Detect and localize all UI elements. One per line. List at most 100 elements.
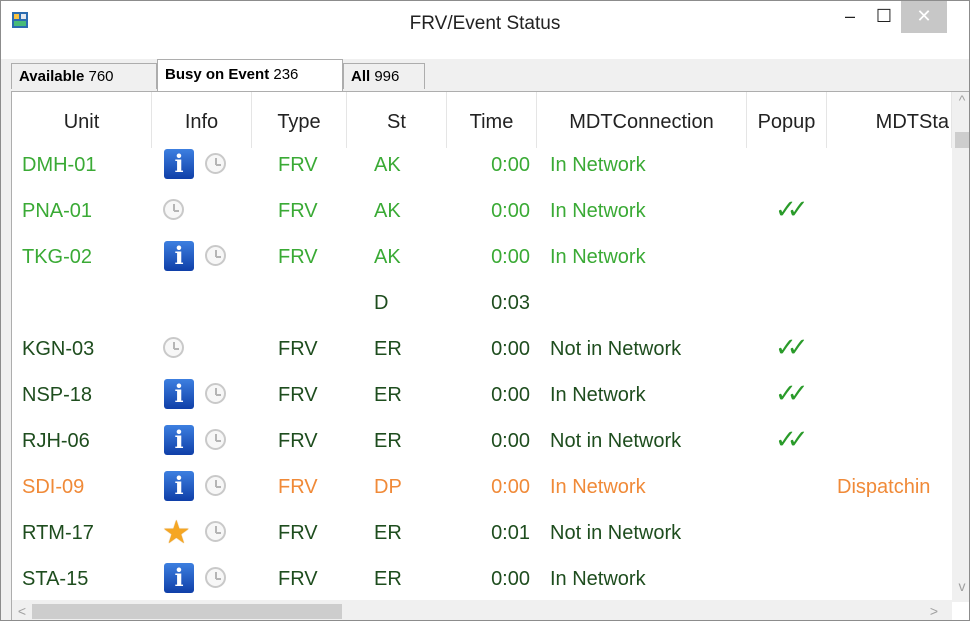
info-icon[interactable]: i	[164, 149, 194, 179]
clock-icon[interactable]	[205, 567, 226, 588]
cell-mdtconnection: Not in Network	[550, 522, 682, 544]
close-button[interactable]: ✕	[901, 1, 947, 33]
clock-icon[interactable]	[205, 245, 226, 266]
column-header-time[interactable]: Time	[447, 92, 537, 148]
title-bar: FRV/Event Status – ☐ ✕	[1, 1, 969, 59]
tab-count: 996	[374, 68, 400, 85]
table-row[interactable]: SDI-09 FRV DP 0:00 In Network Dispatchin i	[12, 464, 952, 510]
cell-mdtstatus	[837, 142, 952, 188]
cell-st: AK	[374, 200, 401, 222]
column-header-type[interactable]: Type	[252, 92, 347, 148]
scroll-up-icon[interactable]: ^	[955, 92, 969, 108]
cell-mdtconnection: In Network	[550, 568, 646, 590]
cell-st: DP	[374, 476, 402, 498]
table-row[interactable]: TKG-02 FRV AK 0:00 In Network i	[12, 234, 952, 280]
scroll-left-icon[interactable]: <	[16, 603, 28, 619]
cell-type: FRV	[278, 476, 318, 498]
tab-count: 236	[273, 66, 299, 83]
cell-time: 0:00	[491, 384, 530, 406]
maximize-button[interactable]: ☐	[867, 1, 901, 33]
cell-mdtstatus: Dispatchin	[837, 476, 931, 498]
cell-type: FRV	[278, 384, 318, 406]
column-header-mdtstatus[interactable]: MDTSta	[827, 92, 952, 148]
minimize-button[interactable]: –	[833, 1, 867, 33]
horizontal-scroll-thumb[interactable]	[32, 604, 342, 619]
cell-time: 0:00	[491, 430, 530, 452]
tab-label: Busy on Event	[165, 66, 270, 83]
cell-unit: STA-15	[22, 568, 89, 590]
horizontal-scrollbar[interactable]: < >	[12, 600, 952, 620]
cell-unit: KGN-03	[22, 338, 95, 360]
cell-unit: PNA-01	[22, 200, 93, 222]
cell-type: FRV	[278, 568, 318, 590]
cell-mdtconnection: In Network	[550, 246, 646, 268]
table-row[interactable]: KGN-03 FRV ER 0:00 Not in Network ✓✓	[12, 326, 952, 372]
clock-icon[interactable]	[205, 383, 226, 404]
column-header-popup[interactable]: Popup	[747, 92, 827, 148]
scroll-down-icon[interactable]: v	[955, 578, 969, 594]
info-icon[interactable]: i	[164, 379, 194, 409]
cell-mdtconnection: In Network	[550, 200, 646, 222]
clock-icon[interactable]	[163, 199, 184, 220]
tab-busy-on-event[interactable]: Busy on Event 236	[157, 59, 343, 91]
vertical-scroll-thumb[interactable]	[955, 132, 969, 148]
column-header-info[interactable]: Info	[152, 92, 252, 148]
cell-mdtconnection: In Network	[550, 154, 646, 176]
window-title: FRV/Event Status	[409, 13, 561, 34]
cell-mdtconnection: In Network	[550, 384, 646, 406]
cell-mdtstatus	[837, 418, 952, 464]
clock-icon[interactable]	[163, 337, 184, 358]
cell-mdtconnection: Not in Network	[550, 430, 682, 452]
popup-check-icon: ✓✓	[775, 425, 808, 455]
cell-time: 0:00	[491, 154, 530, 176]
column-header-mdtconnection[interactable]: MDTConnection	[537, 92, 747, 148]
table-row[interactable]: D 0:03	[12, 280, 952, 326]
cell-unit: TKG-02	[22, 246, 93, 268]
star-icon[interactable]: ★	[162, 514, 191, 550]
scroll-right-icon[interactable]: >	[928, 603, 940, 619]
tab-count: 760	[88, 68, 114, 85]
cell-unit: RTM-17	[22, 522, 94, 544]
clock-icon[interactable]	[205, 475, 226, 496]
popup-check-icon: ✓✓	[775, 333, 808, 363]
cell-unit: RJH-06	[22, 430, 90, 452]
table-row[interactable]: STA-15 FRV ER 0:00 In Network i	[12, 556, 952, 602]
info-icon[interactable]: i	[164, 471, 194, 501]
column-header-row: Unit Info Type St Time MDTConnection Pop…	[12, 92, 952, 148]
info-icon[interactable]: i	[164, 563, 194, 593]
cell-st: D	[374, 292, 389, 314]
cell-type	[278, 280, 338, 326]
table-row[interactable]: DMH-01 FRV AK 0:00 In Network i	[12, 142, 952, 188]
table-row[interactable]: NSP-18 FRV ER 0:00 In Network i ✓✓	[12, 372, 952, 418]
cell-mdtstatus	[837, 556, 952, 602]
cell-time: 0:00	[491, 338, 530, 360]
cell-type: FRV	[278, 522, 318, 544]
table-row[interactable]: RTM-17 FRV ER 0:01 Not in Network ★	[12, 510, 952, 556]
cell-mdtstatus	[837, 372, 952, 418]
tab-all[interactable]: All 996	[343, 63, 425, 89]
cell-mdtconnection: Not in Network	[550, 338, 682, 360]
cell-time: 0:00	[491, 568, 530, 590]
cell-st: AK	[374, 246, 401, 268]
tab-available[interactable]: Available 760	[11, 63, 157, 89]
table-row[interactable]: RJH-06 FRV ER 0:00 Not in Network i ✓✓	[12, 418, 952, 464]
tab-label: Available	[19, 68, 85, 85]
column-header-st[interactable]: St	[347, 92, 447, 148]
cell-mdtstatus	[837, 234, 952, 280]
popup-check-icon: ✓✓	[775, 195, 808, 225]
cell-mdtstatus	[837, 326, 952, 372]
info-icon[interactable]: i	[164, 425, 194, 455]
clock-icon[interactable]	[205, 153, 226, 174]
clock-icon[interactable]	[205, 521, 226, 542]
cell-mdtstatus	[837, 188, 952, 234]
info-icon[interactable]: i	[164, 241, 194, 271]
cell-type: FRV	[278, 154, 318, 176]
clock-icon[interactable]	[205, 429, 226, 450]
cell-type: FRV	[278, 338, 318, 360]
cell-st: AK	[374, 154, 401, 176]
cell-time: 0:00	[491, 246, 530, 268]
vertical-scrollbar[interactable]: ^ v	[952, 92, 969, 602]
cell-time: 0:00	[491, 200, 530, 222]
column-header-unit[interactable]: Unit	[12, 92, 152, 148]
table-row[interactable]: PNA-01 FRV AK 0:00 In Network ✓✓	[12, 188, 952, 234]
